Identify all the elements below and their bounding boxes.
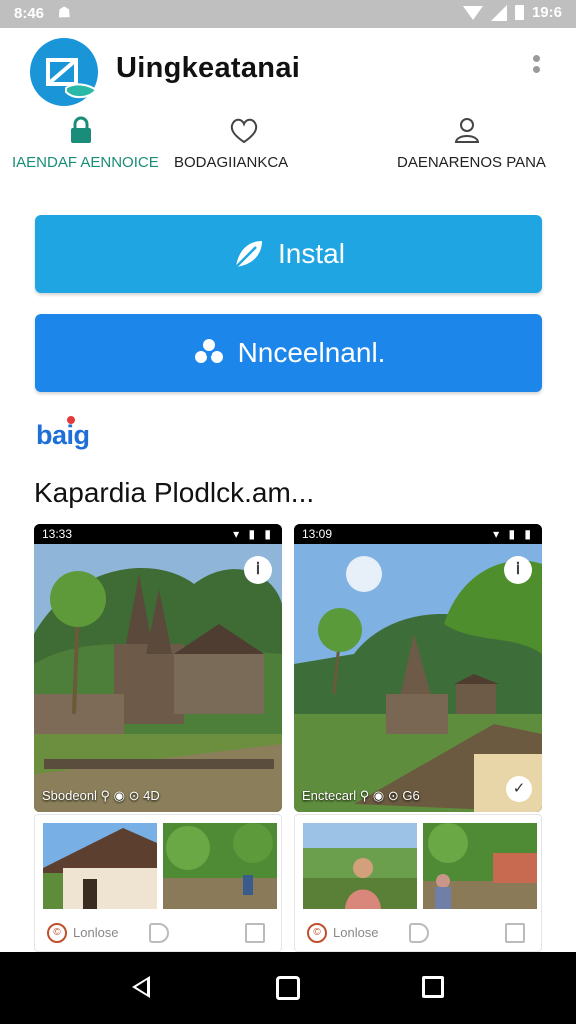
- screenshot-time: 13:33: [42, 527, 73, 541]
- copyright-icon: ©: [47, 923, 67, 943]
- home-icon[interactable]: [276, 976, 300, 1000]
- market-photo: [423, 823, 537, 909]
- secondary-button-label: Nnceelnanl.: [237, 337, 386, 368]
- status-icons: 19:6: [462, 4, 562, 21]
- village-photo: [163, 823, 277, 909]
- checkbox-icon[interactable]: [245, 923, 265, 943]
- tab-2[interactable]: BODAGIIANKCA: [172, 114, 312, 174]
- tab-3-label: DAENARENOS PANA: [397, 154, 546, 171]
- card-label: Lonlose: [333, 925, 379, 940]
- leaf-icon: [235, 241, 263, 268]
- section-title: Kapardia Plodlck.am...: [34, 477, 315, 508]
- card-label: Lonlose: [73, 925, 119, 940]
- recent-apps-icon[interactable]: [422, 976, 444, 998]
- screenshot-time: 13:09: [302, 527, 333, 541]
- card-footer: © Lonlose: [295, 915, 541, 951]
- card-footer: © Lonlose: [35, 915, 281, 951]
- pagoda-scene-image: [294, 544, 542, 812]
- app-logo-icon: [46, 58, 98, 98]
- lock-icon: [71, 116, 91, 143]
- install-button[interactable]: Instal: [35, 215, 542, 293]
- back-icon[interactable]: [132, 976, 150, 998]
- tag-icon[interactable]: [149, 923, 169, 943]
- status-time: 8:46: [14, 5, 45, 22]
- temple-scene-image: [34, 544, 282, 812]
- wifi-icon: [462, 5, 483, 20]
- screenshot-status-icons: ▾ ▮ ▮: [493, 527, 534, 541]
- people-icon: [194, 339, 223, 363]
- cellular-icon: [490, 4, 507, 21]
- game-controller-icon: ☗: [58, 4, 71, 20]
- checkbox-icon[interactable]: [505, 923, 525, 943]
- more-options-icon[interactable]: [524, 55, 548, 85]
- content-card-2[interactable]: © Lonlose: [294, 814, 542, 952]
- status-bar: 8:46 ☗ 19:6: [0, 0, 576, 28]
- navigation-bar: [0, 952, 576, 1024]
- woman-photo: [303, 823, 417, 909]
- copyright-icon: ©: [307, 923, 327, 943]
- brand-logo: baig: [36, 416, 90, 451]
- tab-1-label: IAENDAF AENNOICE: [12, 154, 159, 171]
- brand-dot: [67, 416, 75, 424]
- info-icon[interactable]: ⅰ: [244, 556, 272, 584]
- app-logo: [30, 38, 98, 106]
- tab-3[interactable]: DAENARENOS PANA: [395, 114, 555, 174]
- battery-icon: [514, 5, 524, 20]
- screenshot-status-bar: 13:33 ▾ ▮ ▮: [34, 524, 282, 544]
- brand-text: baig: [36, 420, 90, 450]
- content-card-1[interactable]: © Lonlose: [34, 814, 282, 952]
- screenshot-status-icons: ▾ ▮ ▮: [233, 527, 274, 541]
- secondary-button[interactable]: Nnceelnanl.: [35, 314, 542, 392]
- check-icon[interactable]: ✓: [506, 776, 532, 802]
- screenshot-2[interactable]: 13:09 ▾ ▮ ▮ Enctecarl ⚲ ◉ ⊙ G6 ⅰ ✓: [294, 524, 542, 812]
- screenshot-caption: Enctecarl ⚲ ◉ ⊙ G6: [302, 788, 420, 803]
- battery-text: 19:6: [531, 4, 562, 21]
- info-icon[interactable]: ⅰ: [504, 556, 532, 584]
- install-button-label: Instal: [278, 238, 345, 269]
- screenshot-caption: Sbodeonl ⚲ ◉ ⊙ 4D: [42, 788, 160, 803]
- app-title: Uingkeatanai: [116, 52, 301, 84]
- screenshot-1[interactable]: 13:33 ▾ ▮ ▮ Sbodeonl ⚲ ◉ ⊙ 4D ⅰ: [34, 524, 282, 812]
- tab-1[interactable]: IAENDAF AENNOICE: [10, 114, 170, 174]
- person-icon: [454, 118, 480, 143]
- tab-2-label: BODAGIIANKCA: [174, 154, 289, 171]
- house-photo: [43, 823, 157, 909]
- tag-icon[interactable]: [409, 923, 429, 943]
- screenshot-status-bar: 13:09 ▾ ▮ ▮: [294, 524, 542, 544]
- heart-outline-icon: [230, 118, 258, 144]
